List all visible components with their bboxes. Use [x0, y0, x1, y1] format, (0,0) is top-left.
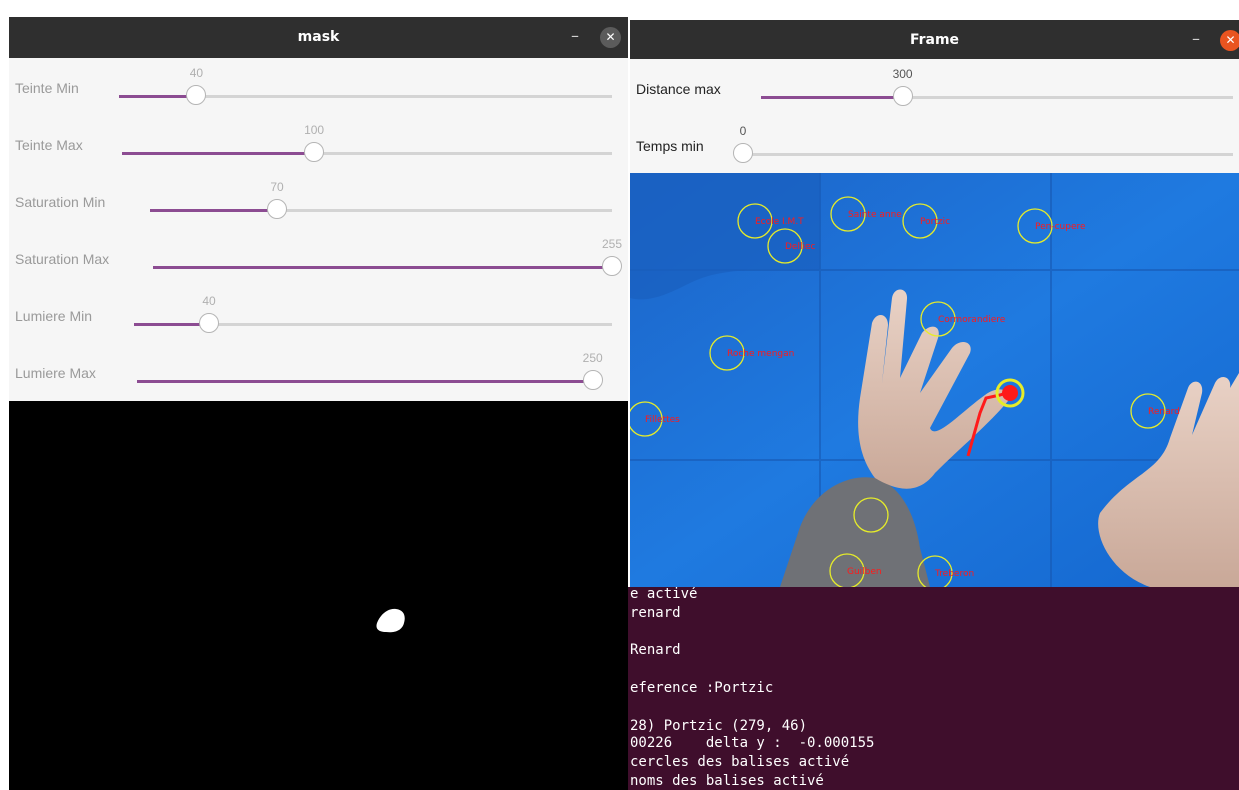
camera-frame: Ecole I.M.T Sainte anne Portzic Pen-cupere D…: [630, 173, 1239, 587]
frame-slider-track[interactable]: [761, 86, 1233, 106]
marker-label: Guilben: [847, 567, 882, 577]
terminal-line: eference :Portzic: [630, 680, 774, 696]
frame-window-titlebar[interactable]: Frame – ✕: [630, 20, 1239, 61]
mask-slider-value: 100: [304, 123, 325, 137]
terminal-line: e activé: [630, 587, 698, 602]
mask-slider-panel: Teinte Min 40 Teinte Max 100 Saturation Min 7…: [9, 58, 628, 401]
close-icon[interactable]: ✕: [1220, 30, 1239, 51]
mask-slider-row: Saturation Max 255: [9, 229, 628, 286]
mask-slider-track[interactable]: [153, 256, 622, 276]
frame-slider-row: Temps min 0: [630, 116, 1239, 173]
frame-slider-value: 300: [892, 67, 913, 81]
marker-label: Roche mengan: [727, 349, 794, 359]
marker-label: Renard: [1148, 407, 1180, 417]
mask-slider-value: 255: [601, 237, 623, 251]
mask-slider-value: 70: [270, 180, 284, 194]
frame-slider-fill: [761, 96, 903, 99]
mask-slider-fill: [134, 323, 210, 326]
terminal-output[interactable]: e activé renard Renard eference :Portzic 28)…: [628, 587, 1239, 790]
mask-slider-row: Saturation Min 70: [9, 172, 628, 229]
mask-slider-row: Teinte Min 40: [9, 58, 628, 115]
terminal-line: 28) Portzic (279, 46): [630, 718, 808, 734]
frame-slider-label: Distance max: [636, 81, 721, 97]
mask-slider-fill: [122, 152, 315, 155]
mask-slider-label: Saturation Max: [15, 251, 110, 267]
marker-label: Portzic: [920, 217, 950, 227]
terminal-line: noms des balises activé: [630, 773, 824, 789]
terminal-line: 00226 delta y : -0.000155: [630, 735, 875, 751]
mask-window-titlebar[interactable]: mask – ✕: [9, 17, 628, 58]
minimize-icon[interactable]: –: [571, 17, 579, 58]
close-icon[interactable]: ✕: [600, 27, 621, 48]
mask-blob: [376, 608, 405, 633]
mask-slider-thumb[interactable]: [267, 199, 288, 219]
mask-preview: [376, 608, 405, 633]
mask-window-title: mask: [297, 29, 340, 45]
frame-slider-row: Distance max 300: [630, 59, 1239, 116]
marker-label: Fillettes: [645, 415, 680, 425]
mask-slider-thumb[interactable]: [199, 313, 220, 333]
marker-label: Treberon: [934, 569, 974, 579]
mask-slider-thumb[interactable]: [582, 370, 603, 390]
mask-slider-track[interactable]: [134, 313, 612, 333]
marker-label: Ecole I.M.T: [755, 217, 804, 227]
frame-slider-label: Temps min: [636, 138, 704, 154]
frame-slider-thumb[interactable]: [733, 143, 753, 163]
mask-slider-label: Saturation Min: [15, 194, 106, 210]
mask-slider-label: Teinte Min: [15, 80, 79, 96]
mask-slider-track[interactable]: [119, 85, 612, 105]
marker-label: Delliec: [785, 242, 816, 252]
mask-slider-label: Lumiere Max: [15, 365, 96, 381]
mask-slider-thumb[interactable]: [186, 85, 207, 105]
mask-slider-track[interactable]: [150, 199, 612, 219]
frame-slider-track[interactable]: [733, 143, 1233, 163]
marker-label: Sainte anne: [848, 210, 902, 220]
mask-slider-fill: [150, 209, 278, 212]
mask-slider-fill: [137, 380, 593, 383]
minimize-icon[interactable]: –: [1192, 20, 1200, 61]
terminal-line: cercles des balises activé: [630, 754, 850, 770]
terminal-line: renard: [630, 605, 681, 621]
mask-slider-fill: [153, 266, 612, 269]
mask-slider-value: 40: [189, 66, 204, 80]
frame-slider-value: 0: [739, 124, 747, 138]
frame-slider-panel: Distance max 300 Temps min 0: [630, 59, 1239, 173]
mask-slider-thumb[interactable]: [602, 256, 622, 276]
mask-slider-thumb[interactable]: [304, 142, 325, 162]
frame-window-title: Frame: [909, 32, 960, 48]
mask-slider-row: Teinte Max 100: [9, 115, 628, 172]
mask-slider-label: Teinte Max: [15, 137, 83, 153]
tracked-dot: [1002, 385, 1018, 401]
mask-slider-track[interactable]: [122, 142, 612, 162]
mask-slider-row: Lumiere Min 40: [9, 286, 628, 343]
frame-slider-thumb[interactable]: [892, 86, 913, 106]
mask-window: mask – ✕ Teinte Min 40 Teinte Max 100 Satura…: [9, 17, 628, 790]
mask-slider-label: Lumiere Min: [15, 308, 93, 324]
frame-window: Frame – ✕ Distance max 300 Temps min 0 E…: [630, 20, 1239, 587]
mask-slider-value: 250: [582, 351, 603, 365]
marker-label: Cormorandiere: [938, 315, 1006, 325]
mask-slider-fill: [119, 95, 197, 98]
mask-slider-track[interactable]: [137, 370, 603, 390]
terminal-line: Renard: [630, 642, 681, 658]
marker-label: Pen-cupere: [1035, 222, 1086, 232]
mask-slider-value: 40: [202, 294, 216, 308]
mask-slider-row: Lumiere Max 250: [9, 343, 628, 400]
